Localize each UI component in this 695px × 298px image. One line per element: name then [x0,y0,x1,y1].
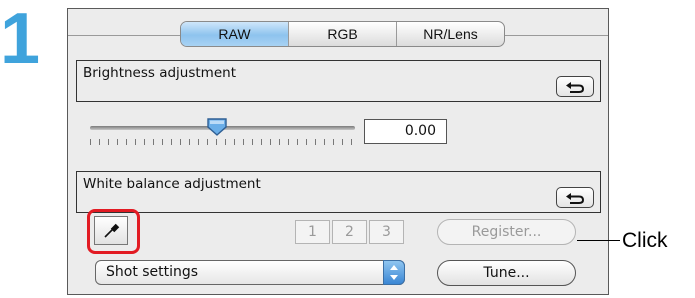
white-balance-section: White balance adjustment [76,171,601,213]
preset-button-2[interactable]: 2 [332,220,367,244]
preset-button-3[interactable]: 3 [369,220,404,244]
raw-adjust-panel: RAW RGB NR/Lens Brightness adjustment 0.… [67,8,609,295]
step-number: 1 [0,0,41,79]
white-balance-dropdown[interactable]: Shot settings [95,260,405,285]
brightness-slider-ticks [90,139,355,145]
white-balance-dropdown-value: Shot settings [106,264,199,280]
brightness-value-field[interactable]: 0.00 [364,119,447,144]
tab-nr-lens[interactable]: NR/Lens [396,22,504,46]
preset-button-1[interactable]: 1 [295,220,330,244]
brightness-reset-button[interactable] [556,76,594,97]
brightness-slider-thumb[interactable] [206,117,228,137]
white-balance-reset-button[interactable] [556,187,594,208]
brightness-label: Brightness adjustment [83,65,236,81]
undo-arrow-icon [566,192,585,204]
callout-label: Click [622,229,668,252]
brightness-section: Brightness adjustment [76,60,601,102]
tab-raw[interactable]: RAW [181,22,288,46]
tab-bar: RAW RGB NR/Lens [180,21,505,47]
callout-line [577,240,620,241]
tab-rgb[interactable]: RGB [288,22,396,46]
white-balance-label: White balance adjustment [83,176,261,192]
register-button[interactable]: Register... [437,219,576,245]
click-highlight-frame [87,209,140,254]
dropdown-arrows-icon [383,260,405,285]
tune-button[interactable]: Tune... [437,260,576,286]
undo-arrow-icon [566,81,585,93]
